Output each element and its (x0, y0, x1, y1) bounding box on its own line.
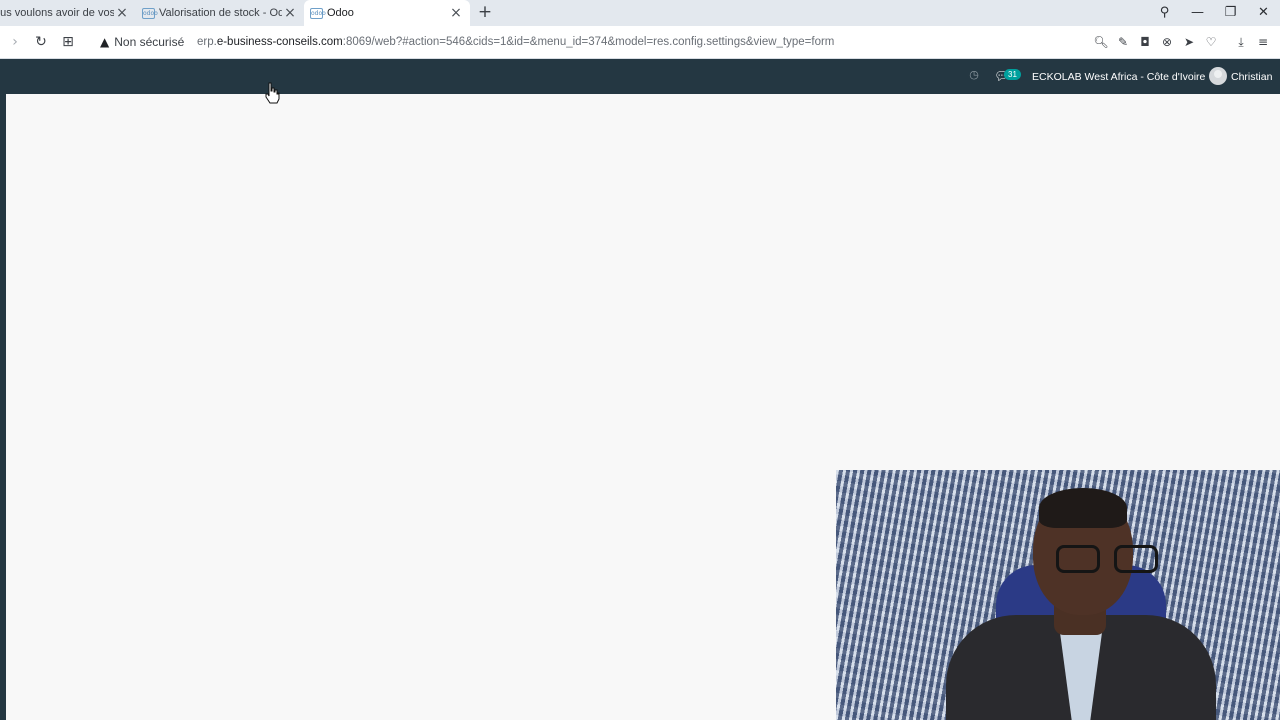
download-icon[interactable]: ⤓ (1230, 32, 1252, 52)
camera-icon[interactable]: ◘ (1134, 32, 1156, 52)
glasses (1056, 545, 1176, 573)
send-icon[interactable]: ➤ (1178, 32, 1200, 52)
browser-tab-active[interactable]: odoo Odoo × (304, 0, 470, 26)
edit-icon[interactable]: ✎ (1112, 32, 1134, 52)
forward-icon[interactable]: › (6, 33, 24, 51)
url-prefix: erp. (197, 36, 217, 48)
odoo-favicon-icon: odoo (310, 7, 326, 19)
presenter-hair (1039, 488, 1127, 528)
activity-clock-icon[interactable]: ◷ (967, 68, 981, 82)
odoo-favicon-icon: odoo (142, 7, 158, 19)
browser-toolbar: 🔍︎ ✎ ◘ ⊗ ➤ ♡ ⤓ ≡ (1090, 32, 1274, 52)
user-menu[interactable]: Christian (1231, 71, 1272, 83)
webcam-overlay (836, 470, 1280, 720)
warning-triangle-icon: ▲ (100, 35, 110, 49)
tab-title: Valorisation de stock - Odo (159, 7, 282, 19)
browser-tab[interactable]: ous voulons avoir de vos × (0, 0, 136, 26)
reload-icon[interactable]: ↻ (32, 33, 50, 51)
toolbar-divider (1222, 32, 1230, 52)
tab-title: Odoo (327, 7, 354, 19)
url-host: e-business-conseils.com (216, 36, 343, 48)
address-bar-row: › ↻ ⊞ ▲ Non sécurisé erp.e-business-cons… (0, 26, 1280, 59)
window-controls: ⚲ — ❐ ✕ (1148, 0, 1280, 26)
browser-tab-strip: ous voulons avoir de vos × odoo Valorisa… (0, 0, 1280, 26)
heart-icon[interactable]: ♡ (1200, 32, 1222, 52)
tabs-grid-icon[interactable]: ⊞ (59, 33, 77, 51)
url-field[interactable]: erp.e-business-conseils.com:8069/web?#ac… (197, 36, 834, 48)
hand-cursor-icon (265, 82, 280, 104)
url-path: :8069/web?#action=546&cids=1&id=&menu_id… (342, 36, 835, 48)
browser-tab[interactable]: odoo Valorisation de stock - Odo × (136, 0, 304, 26)
close-tab-icon[interactable]: × (114, 5, 130, 21)
tab-title: ous voulons avoir de vos (0, 7, 114, 19)
restore-icon[interactable]: ❐ (1214, 0, 1247, 26)
company-switcher[interactable]: ECKOLAB West Africa - Côte d'Ivoire (1032, 71, 1205, 83)
close-tab-icon[interactable]: × (282, 5, 298, 21)
odoo-navbar: ◷ 💬︎ 31 ECKOLAB West Africa - Côte d'Ivo… (0, 59, 1280, 94)
close-tab-icon[interactable]: × (448, 5, 464, 21)
new-tab-button[interactable]: + (474, 0, 496, 26)
block-icon[interactable]: ⊗ (1156, 32, 1178, 52)
zoom-icon[interactable]: 🔍︎ (1090, 32, 1112, 52)
avatar[interactable] (1209, 67, 1227, 85)
close-window-icon[interactable]: ✕ (1247, 0, 1280, 26)
security-indicator[interactable]: ▲ Non sécurisé (100, 35, 184, 49)
security-label: Non sécurisé (114, 35, 185, 49)
menu-icon[interactable]: ≡ (1252, 32, 1274, 52)
search-tabs-icon[interactable]: ⚲ (1148, 0, 1181, 26)
chat-count-badge: 31 (1004, 69, 1021, 80)
minimize-icon[interactable]: — (1181, 0, 1214, 26)
